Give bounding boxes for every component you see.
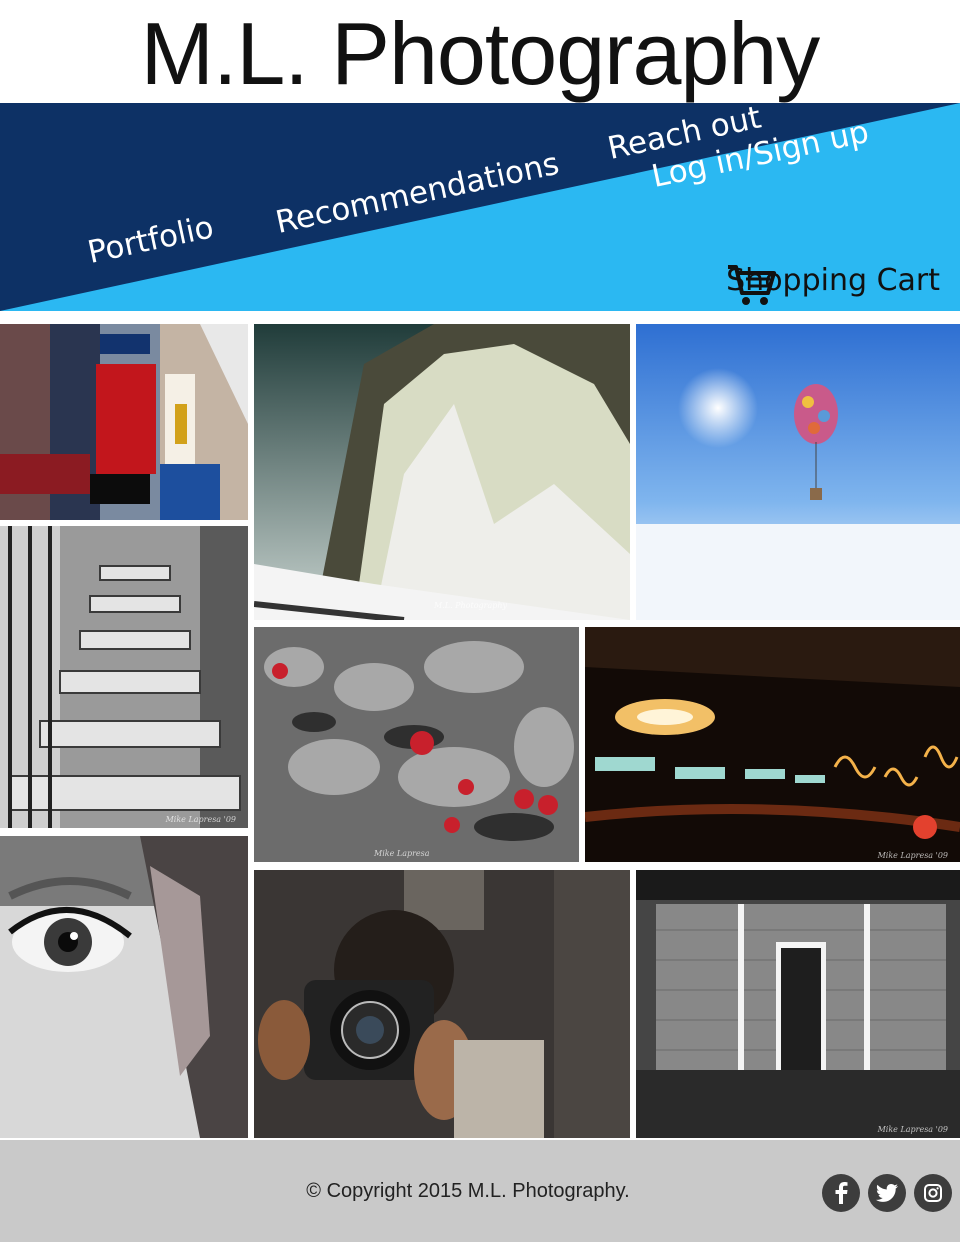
times-square-image: [0, 324, 248, 520]
shopping-cart-button[interactable]: Shopping Cart: [726, 263, 948, 305]
garage-door-image: [636, 870, 960, 1138]
photo-signature: M.L. Photography: [434, 601, 508, 610]
photo-signature: Mike Lapresa '09: [877, 1125, 948, 1134]
twitter-icon[interactable]: [868, 1174, 906, 1212]
nav-banner: Portfolio Recommendations Reach out Log …: [0, 103, 960, 311]
footer: © Copyright 2015 M.L. Photography.: [0, 1140, 960, 1242]
photo-eye[interactable]: [0, 836, 248, 1138]
photographer-image: [254, 870, 630, 1138]
balloon-house-image: [636, 324, 960, 620]
night-lights-image: [585, 627, 960, 862]
instagram-icon[interactable]: [914, 1174, 952, 1212]
photo-signature: Mike Lapresa '09: [877, 851, 948, 860]
frozen-cliff-image: [254, 324, 630, 620]
photo-times-square[interactable]: [0, 324, 248, 520]
eye-image: [0, 836, 248, 1138]
photo-garage-door[interactable]: Mike Lapresa '09: [636, 870, 960, 1138]
photo-staircase[interactable]: Mike Lapresa '09: [0, 526, 248, 828]
facebook-icon[interactable]: [822, 1174, 860, 1212]
photo-photographer[interactable]: [254, 870, 630, 1138]
photo-frozen-cliff[interactable]: M.L. Photography: [254, 324, 630, 620]
apple-tree-image: [254, 627, 579, 862]
site-title: M.L. Photography: [140, 4, 821, 103]
photo-signature: Mike Lapresa: [374, 849, 430, 858]
photo-night-lights[interactable]: Mike Lapresa '09: [585, 627, 960, 862]
photo-apple-tree[interactable]: Mike Lapresa: [254, 627, 579, 862]
social-links: [822, 1174, 952, 1212]
staircase-image: [0, 526, 248, 828]
copyright-text: © Copyright 2015 M.L. Photography.: [306, 1180, 630, 1202]
photo-balloon-house[interactable]: [636, 324, 960, 620]
photo-signature: Mike Lapresa '09: [165, 815, 236, 824]
